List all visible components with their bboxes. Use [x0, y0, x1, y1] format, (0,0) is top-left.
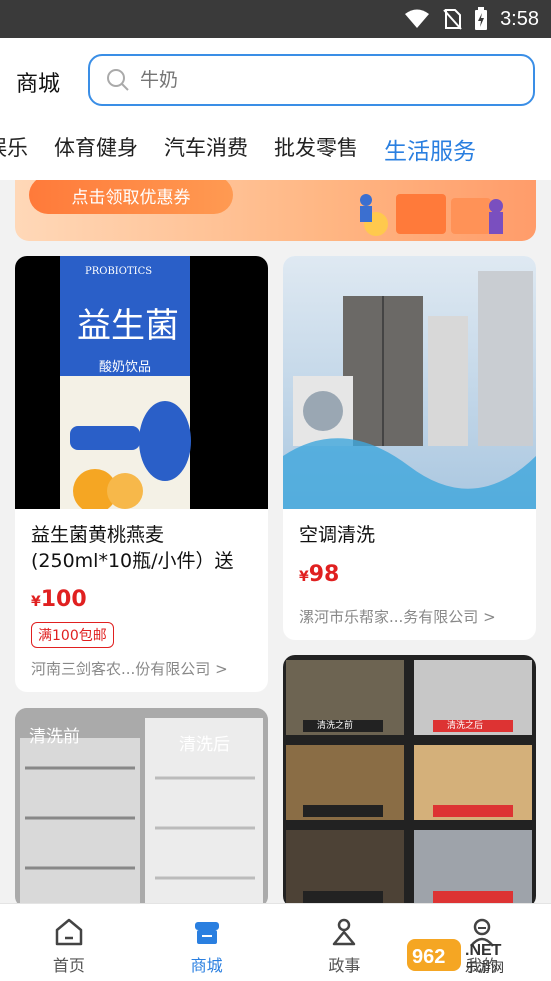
coupon-banner[interactable]: 点击领取优惠券	[15, 180, 536, 241]
product-card[interactable]: 清洗之前 清洗之后	[283, 655, 536, 908]
product-price: ¥98	[299, 562, 340, 587]
search-input[interactable]	[140, 69, 500, 91]
header: 商城	[0, 38, 551, 124]
product-image	[283, 256, 536, 509]
nav-home-label: 首页	[52, 956, 85, 975]
page-title: 商城	[16, 72, 61, 97]
shop-name[interactable]: 漯河市乐帮家...务有限公司 >	[299, 606, 496, 627]
tab-sports-fitness[interactable]: 体育健身	[54, 132, 138, 166]
tab-life-services[interactable]: 生活服务	[384, 132, 476, 166]
person-icon	[333, 918, 356, 946]
no-sim-icon	[443, 9, 462, 30]
product-image: PROBIOTICS 益生菌 酸奶饮品	[15, 256, 268, 513]
svg-text:乐游网: 乐游网	[465, 961, 504, 975]
free-shipping-badge: 满100包邮	[31, 622, 114, 648]
appliances-image	[283, 271, 536, 509]
product-price: ¥100	[31, 587, 87, 612]
image-en-text: PROBIOTICS	[85, 266, 153, 277]
image-sub-text: 酸奶饮品	[99, 360, 152, 375]
after-label: 清洗之后	[447, 721, 484, 731]
product-title: 空调清洗	[299, 524, 376, 546]
product-card[interactable]: PROBIOTICS 益生菌 酸奶饮品 益生菌黄桃燕麦(250ml*10瓶/小件…	[15, 256, 268, 692]
nav-home[interactable]: 首页	[0, 904, 138, 981]
coupon-illustration	[360, 194, 503, 236]
svg-text:.NET: .NET	[465, 942, 502, 959]
store-icon	[194, 922, 219, 944]
tab-wholesale-retail[interactable]: 批发零售	[274, 132, 358, 166]
search-box[interactable]	[88, 54, 535, 106]
shop-name[interactable]: 河南三剑客农...份有限公司 >	[31, 658, 228, 679]
svg-text:962: 962	[412, 946, 445, 968]
status-bar: 3:58	[0, 0, 551, 38]
nav-affairs-label: 政事	[328, 956, 361, 975]
before-label: 清洗之前	[317, 721, 354, 731]
home-icon	[55, 918, 83, 946]
before-label: 清洗前	[29, 727, 80, 747]
product-image: 清洗之前 清洗之后	[283, 655, 536, 908]
site-watermark-logo: 962 .NET 乐游网	[407, 939, 504, 975]
battery-icon	[475, 7, 488, 30]
after-label: 清洗后	[179, 735, 230, 755]
nav-affairs[interactable]: 政事	[276, 904, 414, 981]
clock: 3:58	[500, 7, 539, 30]
product-card[interactable]: 清洗前 清洗后	[15, 708, 268, 908]
tab-auto-consumption[interactable]: 汽车消费	[164, 132, 248, 166]
nav-store[interactable]: 商城	[138, 904, 276, 981]
product-title: 益生菌黄桃燕麦(250ml*10瓶/小件）送	[31, 524, 234, 572]
category-tabs: 娱乐 体育健身 汽车消费 批发零售 生活服务	[0, 124, 551, 180]
probiotic-bottle-image	[60, 256, 191, 513]
claim-coupon-button[interactable]: 点击领取优惠券	[29, 180, 233, 214]
range-hood-before-after-image	[286, 660, 532, 908]
image-brand-text: 益生菌	[77, 306, 179, 346]
search-icon	[107, 69, 129, 91]
nav-store-label: 商城	[190, 956, 223, 975]
tab-entertainment[interactable]: 娱乐	[0, 132, 28, 166]
product-card[interactable]: 空调清洗 ¥98 漯河市乐帮家...务有限公司 >	[283, 256, 536, 640]
wifi-icon	[405, 9, 430, 28]
product-image: 清洗前 清洗后	[15, 708, 268, 908]
